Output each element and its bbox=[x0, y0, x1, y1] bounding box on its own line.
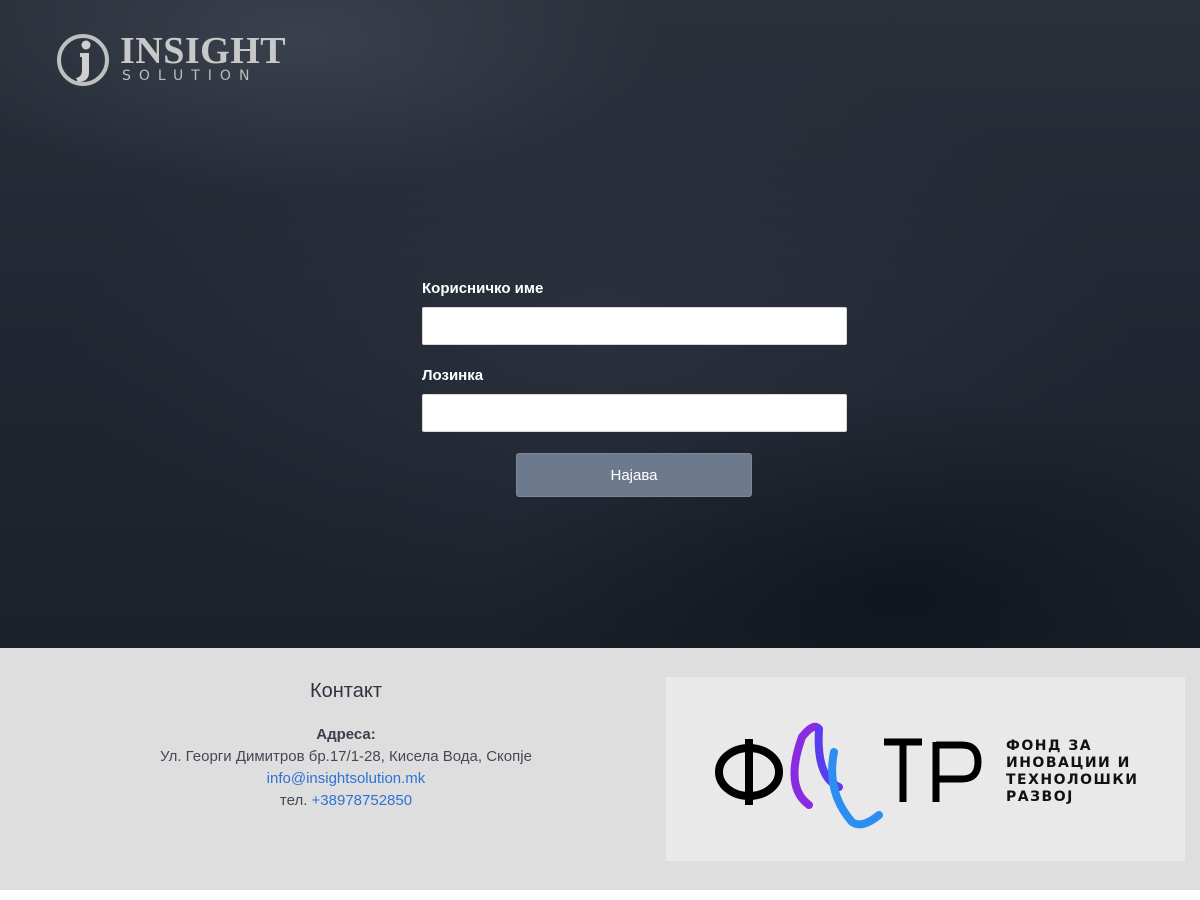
contact-title: Контакт bbox=[309, 680, 382, 702]
fitr-line-1: ФОНД ЗА bbox=[1006, 738, 1093, 754]
password-input[interactable] bbox=[422, 394, 847, 432]
address-label: Адреса: bbox=[316, 726, 376, 743]
password-label: Лозинка bbox=[422, 367, 484, 384]
fitr-line-3: ТЕХНОЛОШКИ bbox=[1006, 772, 1139, 788]
bottom-strip bbox=[0, 890, 1200, 900]
brand-name: INSIGHT bbox=[120, 30, 287, 72]
phone-link[interactable]: +38978752850 bbox=[312, 792, 413, 809]
fitr-wordmark-icon bbox=[715, 722, 982, 829]
fitr-logo-panel[interactable]: ФОНД ЗА ИНОВАЦИИ И ТЕХНОЛОШКИ РАЗВОЈ bbox=[666, 677, 1185, 861]
insight-solution-logo[interactable]: INSIGHT SOLUTION bbox=[56, 30, 286, 90]
username-input[interactable] bbox=[422, 307, 847, 345]
brand-subtitle: SOLUTION bbox=[122, 68, 258, 84]
username-label: Корисничко име bbox=[422, 280, 544, 297]
fitr-line-2: ИНОВАЦИИ И bbox=[1006, 755, 1131, 771]
login-form: Корисничко име Лозинка Најава bbox=[422, 280, 847, 497]
logo-emblem-icon bbox=[57, 34, 109, 86]
address-text: Ул. Георги Димитров бр.17/1-28, Кисела В… bbox=[160, 748, 532, 765]
hero-background: INSIGHT SOLUTION Корисничко име Лозинка … bbox=[0, 0, 1200, 648]
phone-line: тел. +38978752850 bbox=[96, 790, 596, 812]
email-link[interactable]: info@insightsolution.mk bbox=[267, 770, 426, 787]
footer: Контакт Адреса: Ул. Георги Димитров бр.1… bbox=[0, 648, 1200, 890]
fitr-line-4: РАЗВОЈ bbox=[1006, 789, 1074, 805]
contact-section: Контакт Адреса: Ул. Георги Димитров бр.1… bbox=[96, 678, 596, 812]
phone-prefix: тел. bbox=[279, 792, 308, 809]
login-button[interactable]: Најава bbox=[516, 453, 752, 497]
email-line: info@insightsolution.mk bbox=[96, 768, 596, 790]
password-group: Лозинка bbox=[422, 367, 847, 432]
fitr-fund-name: ФОНД ЗА ИНОВАЦИИ И ТЕХНОЛОШКИ РАЗВОЈ bbox=[1006, 738, 1139, 806]
